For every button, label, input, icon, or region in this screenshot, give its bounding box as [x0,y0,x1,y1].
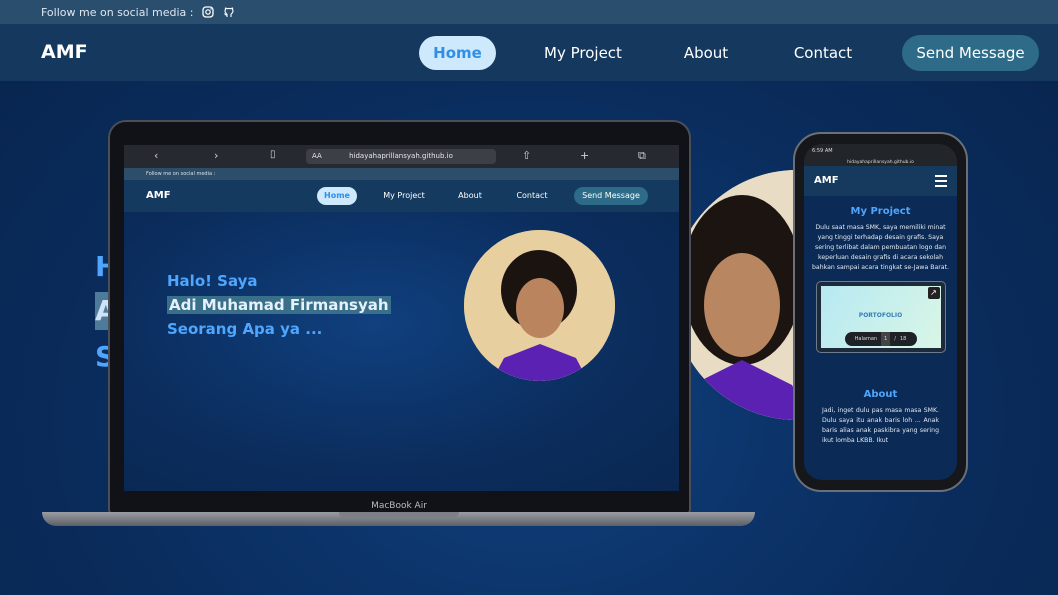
phone-screen: 6:59 AM hidayahaprillansyah.github.io AM… [804,144,957,480]
laptop-model-label: MacBook Air [371,501,427,511]
hero-ghost-letter-a: A [95,292,117,330]
open-external-icon[interactable]: ↗ [927,287,940,299]
phone-status-bar: 6:59 AM hidayahaprillansyah.github.io [804,144,957,166]
hero-tagline: Seorang Apa ya ... [167,320,323,338]
mini-send-message-button[interactable]: Send Message [574,187,648,205]
send-message-button[interactable]: Send Message [902,35,1039,71]
mini-social-topbar: Follow me on social media : [124,168,679,180]
mini-nav-my-project[interactable]: My Project [379,187,429,205]
tabs-icon[interactable]: ⧉ [638,149,646,163]
mini-nav-about[interactable]: About [454,187,486,205]
phone-navbar: AMF [804,166,957,196]
laptop-notch [339,512,459,518]
nav-home[interactable]: Home [419,36,496,70]
page-counter-label: Halaman [854,336,878,342]
brand-logo[interactable]: AMF [41,41,88,63]
mini-brand[interactable]: AMF [146,190,171,201]
portfolio-label: PORTOFOLIO [858,312,903,319]
social-topbar: Follow me on social media : [0,0,1058,24]
instagram-icon[interactable] [201,6,214,18]
phone-mockup: 6:59 AM hidayahaprillansyah.github.io AM… [793,132,968,492]
main-navbar: AMF Home My Project About Contact Send M… [0,24,1058,81]
page-current[interactable]: 1 [881,332,891,346]
laptop-mockup: ‹ › ▯ AA hidayahaprillansyah.github.io ⇧… [108,120,691,514]
laptop-screen: ‹ › ▯ AA hidayahaprillansyah.github.io ⇧… [124,145,679,491]
page-separator: / [894,336,896,342]
phone-brand[interactable]: AMF [814,175,839,186]
page-counter: Halaman 1 / 18 [844,332,917,346]
browser-toolbar: ‹ › ▯ AA hidayahaprillansyah.github.io ⇧… [124,145,679,168]
mini-nav-contact[interactable]: Contact [511,187,553,205]
phone-about-text: Jadi, inget dulu pas masa masa SMK. Dulu… [822,407,939,444]
hero-profile-photo [464,230,615,381]
back-icon[interactable]: ‹ [154,149,158,162]
share-icon[interactable]: ⇧ [522,149,531,162]
nav-contact[interactable]: Contact [782,36,864,70]
mini-navbar: AMF Home My Project About Contact Send M… [124,180,679,212]
hero-name: Adi Muhamad Firmansyah [167,296,391,314]
nav-my-project[interactable]: My Project [533,36,633,70]
hamburger-menu-icon[interactable] [935,175,947,187]
phone-time: 6:59 AM [812,148,833,154]
mini-nav-home[interactable]: Home [317,187,357,205]
portfolio-card[interactable]: PORTOFOLIO ↗ Halaman 1 / 18 [815,281,946,353]
mini-hero-section: Halo! Saya Adi Muhamad Firmansyah Seoran… [124,212,679,491]
forward-icon[interactable]: › [214,149,218,162]
phone-project-text: Dulu saat masa SMK, saya memiliki minat … [812,224,949,271]
page-total: 18 [899,336,907,342]
follow-text: Follow me on social media : [41,5,194,19]
phone-about-title: About [863,389,898,400]
reader-icon[interactable]: ▯ [270,149,276,160]
browser-url-bar[interactable]: AA hidayahaprillansyah.github.io [306,149,496,164]
nav-about[interactable]: About [676,36,736,70]
phone-project-title: My Project [850,206,911,217]
new-tab-icon[interactable]: + [580,149,589,162]
hero-greeting: Halo! Saya [167,272,258,290]
github-icon[interactable] [223,6,235,18]
